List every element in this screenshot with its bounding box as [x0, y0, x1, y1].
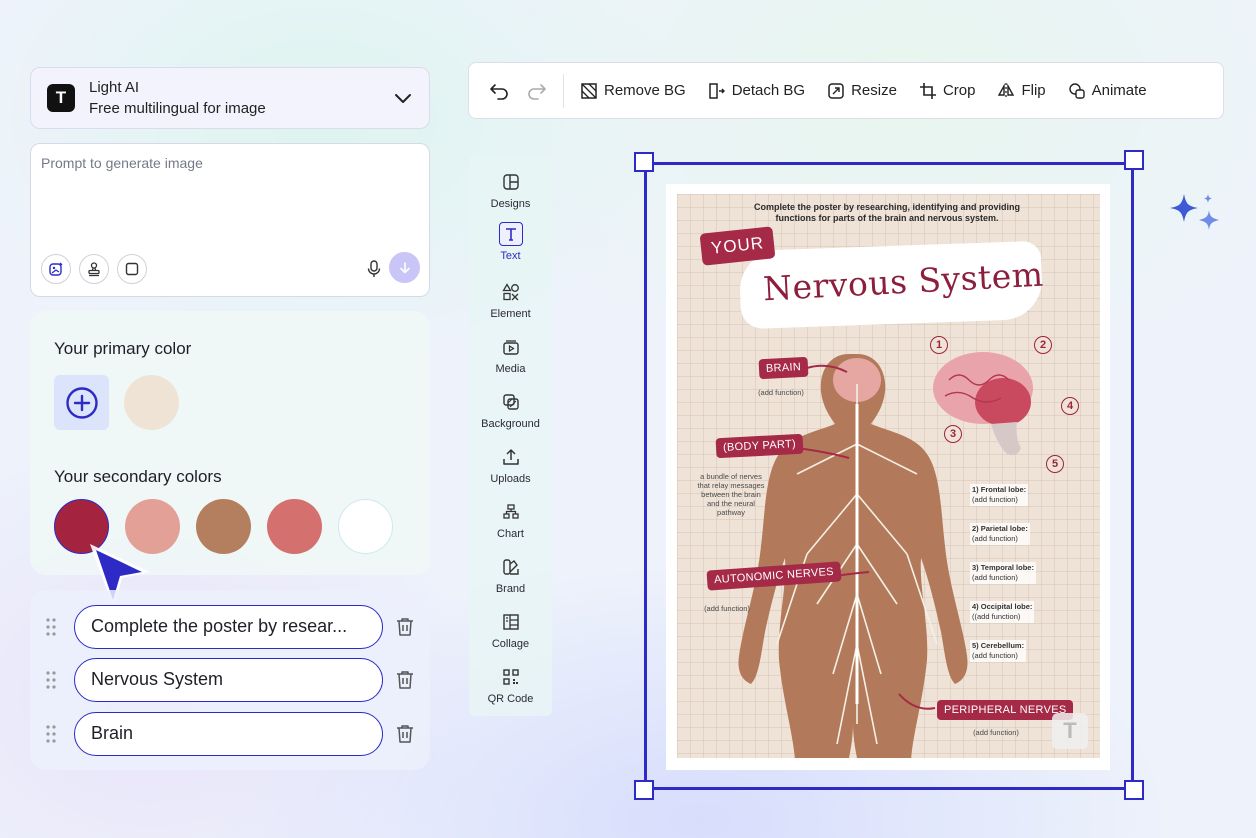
secondary-color-swatch[interactable]	[196, 499, 251, 554]
sidebar-item-chart[interactable]: Chart	[469, 500, 552, 540]
animate-icon	[1068, 82, 1085, 99]
text-layer-input[interactable]: Brain	[74, 712, 383, 756]
designs-icon	[499, 170, 523, 194]
text-layer-row: Complete the poster by resear...	[30, 605, 430, 649]
media-icon	[499, 335, 523, 359]
flip-button[interactable]: Flip	[997, 82, 1046, 100]
undo-icon[interactable]	[487, 79, 511, 103]
detach-bg-button[interactable]: Detach BG	[708, 82, 805, 100]
ai-sparkle-icon	[1170, 194, 1219, 230]
trash-icon[interactable]	[394, 723, 416, 745]
selection-frame[interactable]	[644, 162, 1134, 790]
background-icon	[499, 390, 523, 414]
animate-label: Animate	[1091, 82, 1147, 99]
drag-handle-icon[interactable]	[45, 617, 57, 637]
sidebar-label: Text	[500, 250, 521, 262]
sidebar-item-uploads[interactable]: Uploads	[469, 445, 552, 485]
text-layer-row: Brain	[30, 712, 430, 756]
sidebar-item-qr-code[interactable]: QR Code	[469, 665, 552, 705]
collage-icon	[499, 610, 523, 634]
crop-label: Crop	[942, 82, 976, 99]
qr-code-icon	[499, 665, 523, 689]
square-icon	[125, 262, 139, 276]
brand-colors-panel: Your primary color Your secondary colors	[30, 311, 430, 575]
redo-icon[interactable]	[525, 79, 549, 103]
flip-icon	[998, 82, 1015, 99]
animate-button[interactable]: Animate	[1068, 82, 1147, 100]
model-name: Light AI	[89, 79, 140, 96]
text-icon	[498, 222, 523, 246]
resize-icon	[828, 82, 844, 99]
resize-button[interactable]: Resize	[827, 82, 897, 100]
chart-icon	[499, 500, 523, 524]
prompt-input[interactable]: Prompt to generate image	[30, 143, 430, 297]
primary-color-swatch[interactable]	[124, 375, 179, 430]
model-selector[interactable]: T Light AI Free multilingual for image	[30, 67, 430, 129]
sidebar-item-designs[interactable]: Designs	[469, 170, 552, 210]
sidebar-label: Collage	[491, 638, 530, 650]
secondary-color-swatch[interactable]	[267, 499, 322, 554]
editor-toolbar: Remove BG Detach BG Resize Crop Flip Ani…	[468, 62, 1224, 119]
model-logo: T	[47, 84, 75, 112]
model-text: Light AI Free multilingual for image	[89, 77, 393, 119]
add-color-button[interactable]	[54, 375, 109, 430]
text-layers-panel: Complete the poster by resear... Nervous…	[30, 590, 430, 770]
image-edit-icon	[49, 262, 63, 276]
text-layer-row: Nervous System	[30, 658, 430, 702]
sidebar-item-collage[interactable]: Collage	[469, 610, 552, 650]
sidebar-label: Chart	[497, 528, 524, 540]
resize-handle-top-left[interactable]	[634, 152, 654, 172]
drag-handle-icon[interactable]	[45, 670, 57, 690]
brand-icon	[499, 555, 523, 579]
chevron-down-icon[interactable]	[393, 88, 413, 108]
secondary-color-swatch[interactable]	[338, 499, 393, 554]
stamp-button[interactable]	[79, 254, 109, 284]
sidebar-label: Element	[490, 308, 531, 320]
resize-label: Resize	[851, 82, 897, 99]
resize-handle-top-right[interactable]	[1124, 150, 1144, 170]
sidebar-item-element[interactable]: Element	[469, 280, 552, 320]
remove-bg-icon	[581, 82, 597, 99]
flip-label: Flip	[1021, 82, 1046, 99]
arrow-down-icon	[399, 261, 410, 273]
image-style-button[interactable]	[41, 254, 71, 284]
secondary-colors-title: Your secondary colors	[54, 467, 222, 486]
sidebar-label: Brand	[495, 583, 526, 595]
sidebar-item-background[interactable]: Background	[469, 390, 552, 430]
primary-color-title: Your primary color	[54, 339, 192, 358]
trash-icon[interactable]	[394, 669, 416, 691]
resize-handle-bottom-right[interactable]	[1124, 780, 1144, 800]
drag-handle-icon[interactable]	[45, 724, 57, 744]
sidebar-item-brand[interactable]: Brand	[469, 555, 552, 595]
aspect-ratio-button[interactable]	[117, 254, 147, 284]
sidebar-label: Designs	[490, 198, 531, 210]
resize-handle-bottom-left[interactable]	[634, 780, 654, 800]
generate-button[interactable]	[389, 252, 420, 283]
prompt-placeholder: Prompt to generate image	[41, 155, 203, 171]
sidebar-label: Background	[481, 418, 540, 430]
crop-button[interactable]: Crop	[919, 82, 976, 100]
remove-bg-label: Remove BG	[604, 82, 686, 99]
remove-bg-button[interactable]: Remove BG	[580, 82, 686, 100]
detach-bg-icon	[708, 82, 725, 99]
text-layer-input[interactable]: Complete the poster by resear...	[74, 605, 383, 649]
sidebar-item-text[interactable]: Text	[469, 222, 552, 262]
sidebar-label: QR Code	[487, 693, 534, 705]
sidebar-label: Media	[495, 363, 526, 375]
sidebar-item-media[interactable]: Media	[469, 335, 552, 375]
tools-sidebar: Designs Text Element Media Background Up…	[469, 154, 552, 716]
stamp-icon	[88, 262, 100, 277]
text-layer-input[interactable]: Nervous System	[74, 658, 383, 702]
upload-icon	[499, 445, 523, 469]
plus-circle-icon	[65, 386, 98, 419]
trash-icon[interactable]	[394, 616, 416, 638]
microphone-icon[interactable]	[364, 258, 384, 280]
crop-icon	[919, 82, 936, 99]
element-icon	[499, 280, 523, 304]
detach-bg-label: Detach BG	[731, 82, 806, 99]
model-description: Free multilingual for image	[89, 100, 266, 117]
toolbar-divider	[563, 73, 564, 108]
sidebar-label: Uploads	[490, 473, 531, 485]
